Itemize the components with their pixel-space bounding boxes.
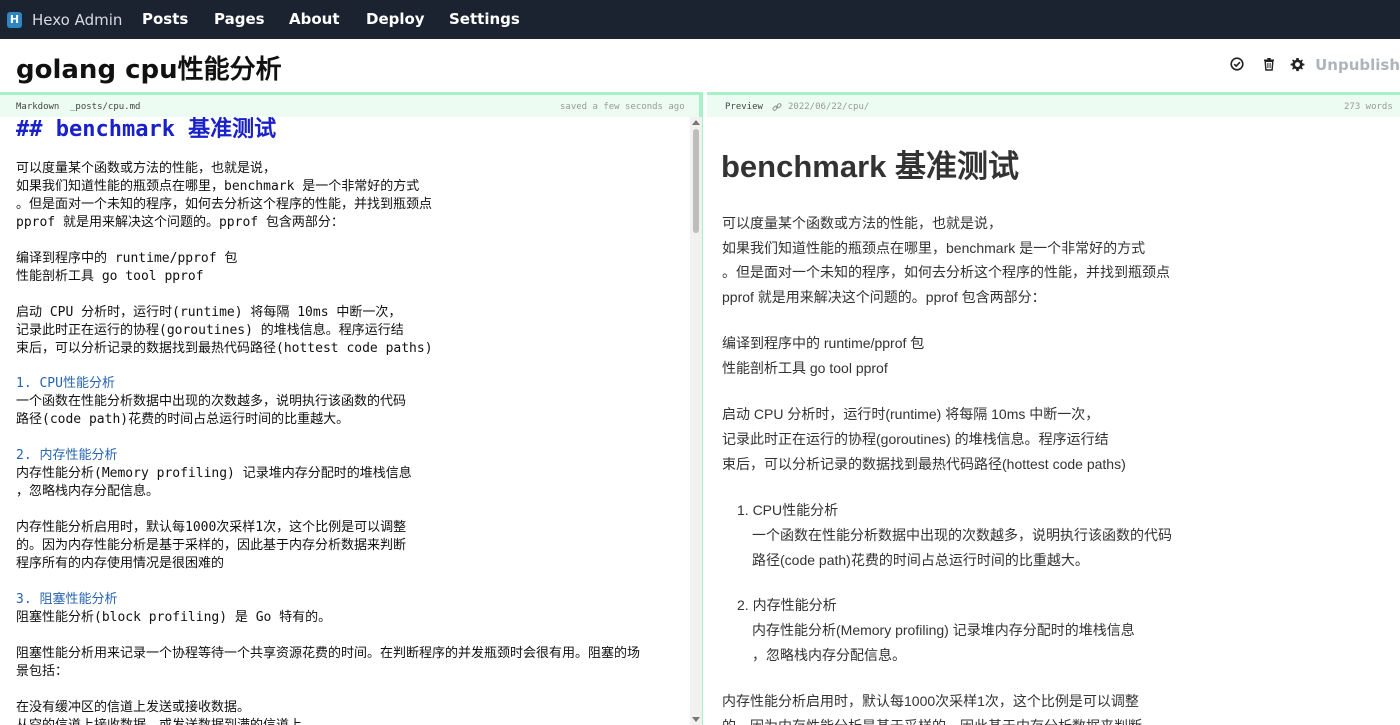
brand-label: Hexo Admin [32,10,123,29]
editor-line: 束后，可以分析记录的数据找到最热代码路径(hottest code paths) [16,341,433,356]
nav-deploy[interactable]: Deploy [366,10,425,28]
post-title-input[interactable]: golang cpu性能分析 [16,49,282,86]
scroll-down-arrow-icon[interactable] [692,717,700,722]
editor-line: 性能剖析工具 go tool pprof [16,269,204,284]
editor-line: 1. CPU性能分析 [16,376,115,391]
preview-line: pprof 就是用来解决这个问题的。pprof 包含两部分： [722,289,1046,305]
editor-line: 路径(code path)花费的时间占总运行时间的比重越大。 [16,412,350,427]
trash-icon[interactable] [1261,57,1277,73]
editor-line: 可以度量某个函数或方法的性能，也就是说， [16,161,277,176]
editor-line: 。但是面对一个未知的程序，如何去分析这个程序的性能，并找到瓶颈点 [16,197,433,212]
preview-header: Preview 2022/06/22/cpu/ 273 words [707,92,1400,117]
editor-mode-label: Markdown [16,102,60,112]
preview-line: 。但是面对一个未知的程序，如何去分析这个程序的性能，并找到瓶颈点 [722,264,1170,280]
preview-list-item: 2. 内存性能分析 [737,597,837,613]
preview-line: 编译到程序中的 runtime/pprof 包 [722,335,925,351]
preview-line: 如果我们知道性能的瓶颈点在哪里，benchmark 是一个非常好的方式 [722,240,1146,256]
editor-line: 一个函数在性能分析数据中出现的次数越多，说明执行该函数的代码 [16,394,407,409]
editor-line: 启动 CPU 分析时，运行时(runtime) 将每隔 10ms 中断一次， [16,305,402,320]
preview-list-item: 1. CPU性能分析 [737,502,839,518]
editor-line: 从空的信道上接收数据，或发送数据到满的信道上。 [16,717,315,725]
editor-line: 程序所有的内存使用情况是很困难的 [16,556,225,571]
post-title-bar: golang cpu性能分析 Unpublish [0,39,1400,92]
preview-line: 内存性能分析(Memory profiling) 记录堆内存分配时的堆栈信息 [752,622,1135,638]
editor-line: 阻塞性能分析用来记录一个协程等待一个共享资源花费的时间。在判断程序的并发瓶颈时会… [16,646,641,661]
editor-line: 在没有缓冲区的信道上发送或接收数据。 [16,700,251,715]
editor-line: 如果我们知道性能的瓶颈点在哪里，benchmark 是一个非常好的方式 [16,179,420,194]
editor-line: pprof 就是用来解决这个问题的。pprof 包含两部分： [16,215,344,230]
link-icon[interactable] [772,102,782,115]
editor-line: ，忽略栈内存分配信息。 [16,484,160,499]
preview-line: 路径(code path)花费的时间占总运行时间的比重越大。 [752,552,1089,568]
editor-line: 内存性能分析(Memory profiling) 记录堆内存分配时的堆栈信息 [16,466,412,481]
preview-label: Preview [725,102,763,112]
nav-pages[interactable]: Pages [214,10,265,28]
editor-line: 阻塞性能分析(block profiling) 是 Go 特有的。 [16,610,332,625]
top-nav: H Hexo Admin Posts Pages About Deploy Se… [0,0,1400,39]
editor-line: 景包括： [16,664,69,679]
scroll-up-arrow-icon[interactable] [692,120,700,125]
editor-file-path: _posts/cpu.md [70,102,141,112]
editor-pane: Markdown _posts/cpu.md saved a few secon… [0,92,703,725]
markdown-editor[interactable]: ## benchmark 基准测试 可以度量某个函数或方法的性能，也就是说， 如… [0,117,690,725]
preview-line: 可以度量某个函数或方法的性能，也就是说， [722,215,1002,231]
hexo-logo-icon: H [7,11,22,28]
editor-header: Markdown _posts/cpu.md saved a few secon… [0,92,699,117]
word-count: 273 words [1344,102,1393,112]
gear-icon[interactable] [1289,57,1305,73]
save-status: saved a few seconds ago [560,102,685,112]
preview-line: 内存性能分析启用时，默认每1000次采样1次，这个比例是可以调整 [722,693,1139,709]
nav-about[interactable]: About [289,10,340,28]
editor-line: 2. 内存性能分析 [16,448,118,463]
preview-heading: benchmark 基准测试 [721,149,1020,184]
scroll-thumb[interactable] [693,129,699,233]
preview-line: 性能剖析工具 go tool pprof [722,360,888,376]
editor-scrollbar[interactable] [690,117,702,725]
nav-posts[interactable]: Posts [142,10,188,28]
editor-line: 内存性能分析启用时，默认每1000次采样1次，这个比例是可以调整 [16,520,407,535]
editor-line: ## benchmark 基准测试 [16,117,277,142]
permalink[interactable]: 2022/06/22/cpu/ [788,102,869,112]
rendered-preview: benchmark 基准测试 可以度量某个函数或方法的性能，也就是说， 如果我们… [707,117,1400,725]
preview-line: ，忽略栈内存分配信息。 [752,647,906,663]
editor-line: 3. 阻塞性能分析 [16,592,118,607]
preview-pane: Preview 2022/06/22/cpu/ 273 words benchm… [707,92,1400,725]
brand[interactable]: H Hexo Admin [7,0,122,39]
editor-line: 记录此时正在运行的协程(goroutines) 的堆栈信息。程序运行结 [16,323,404,338]
preview-line: 一个函数在性能分析数据中出现的次数越多，说明执行该函数的代码 [752,527,1172,543]
check-circle-icon[interactable] [1229,57,1245,73]
preview-line: 束后，可以分析记录的数据找到最热代码路径(hottest code paths) [722,456,1126,472]
editor-line: 编译到程序中的 runtime/pprof 包 [16,251,238,266]
preview-line: 记录此时正在运行的协程(goroutines) 的堆栈信息。程序运行结 [722,431,1109,447]
nav-settings[interactable]: Settings [449,10,520,28]
preview-line: 启动 CPU 分析时，运行时(runtime) 将每隔 10ms 中断一次， [722,406,1100,422]
unpublish-button[interactable]: Unpublish [1315,56,1400,74]
preview-line: 的。因为内存性能分析是基于采样的，因此基于内存分析数据来判断 [722,716,1142,725]
editor-line: 的。因为内存性能分析是基于采样的，因此基于内存分析数据来判断 [16,538,407,553]
